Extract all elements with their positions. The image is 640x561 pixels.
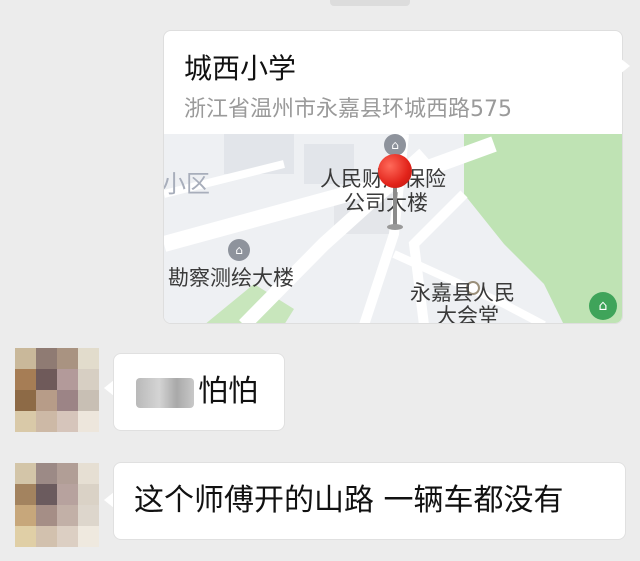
location-pin-icon [376,154,416,244]
building-poi-icon: ⌂ [228,239,250,261]
redacted-text [136,378,194,408]
location-title: 城西小学 [184,52,297,85]
previous-message-stub [330,0,410,6]
map-label-hall-2: 大会堂 [436,304,499,324]
map-label-survey: 勘察测绘大楼 [168,266,294,290]
map-label-hall: 永嘉县人民 [410,281,515,305]
map-label-district: 小区 [164,170,210,198]
map-preview[interactable]: 小区 ⌂ 人民财产保险 公司大楼 ⌂ 勘察测绘大楼 永嘉县人民 大会堂 ⌂ [164,134,622,324]
location-address: 浙江省温州市永嘉县环城西路575 [184,97,512,122]
location-card[interactable]: 城西小学 浙江省温州市永嘉县环城西路575 小区 ⌂ 人民财产保险 公司大楼 ⌂… [163,30,623,324]
chat-bubble[interactable]: 这个师傅开的山路 一辆车都没有 [113,462,626,540]
chat-bubble[interactable]: 怕怕 [113,353,285,431]
bubble-tail [620,58,630,74]
building-poi-icon: ⌂ [384,134,406,156]
avatar[interactable] [15,463,99,547]
my-location-icon[interactable]: ⌂ [589,292,617,320]
avatar[interactable] [15,348,99,432]
message-text: 怕怕 [198,374,258,409]
message-text: 这个师傅开的山路 一辆车都没有 [134,483,564,518]
